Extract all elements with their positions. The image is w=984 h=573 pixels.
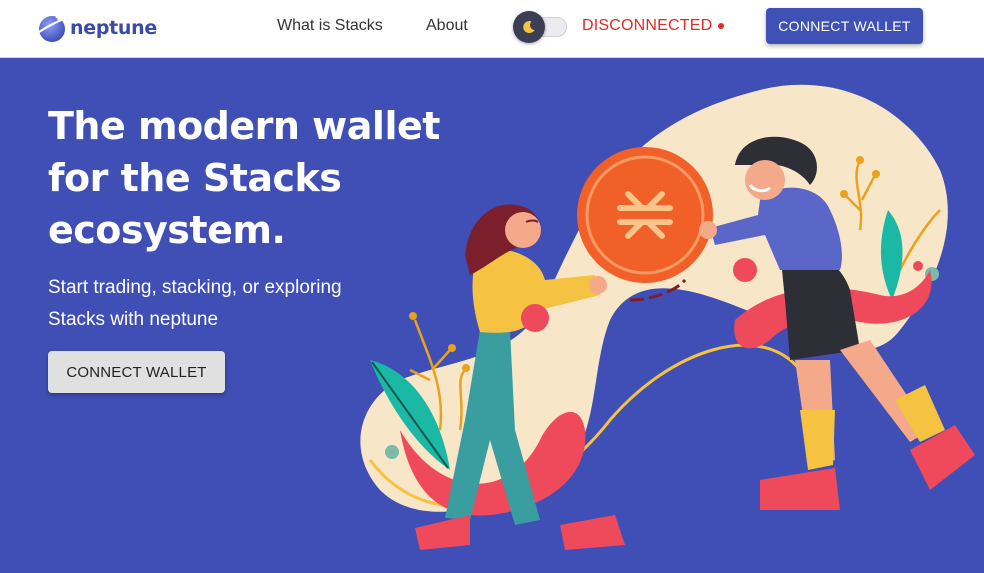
hero-illustration: [360, 84, 975, 550]
logo-wordmark: neptune: [70, 17, 157, 39]
top-navbar: neptune What is Stacks About DISCONNECTE…: [0, 0, 984, 58]
woman2-shoe-left: [760, 468, 840, 510]
neptune-logo[interactable]: neptune: [37, 12, 157, 44]
nav-what-is-stacks[interactable]: What is Stacks: [277, 17, 383, 35]
hero-subtitle: Start trading, stacking, or exploring St…: [48, 277, 342, 330]
status-dot-icon: [718, 23, 725, 29]
nav-about[interactable]: About: [426, 17, 468, 35]
woman1-head: [505, 212, 541, 248]
moon-icon: [523, 21, 535, 34]
woman1-shoe-right: [560, 515, 625, 550]
stacks-coin-outer: [577, 147, 713, 283]
neptune-logo-icon: [38, 13, 69, 42]
woman2-head: [745, 160, 785, 200]
hero-connect-wallet-button[interactable]: CONNECT WALLET: [48, 351, 225, 393]
woman1-shoe-left: [415, 515, 470, 550]
header-connect-wallet-button[interactable]: CONNECT WALLET: [766, 8, 923, 44]
connection-status-text: DISCONNECTED: [582, 17, 713, 34]
connection-status: DISCONNECTED: [582, 17, 725, 35]
theme-toggle-knob: [513, 11, 545, 43]
theme-toggle[interactable]: [513, 11, 567, 43]
